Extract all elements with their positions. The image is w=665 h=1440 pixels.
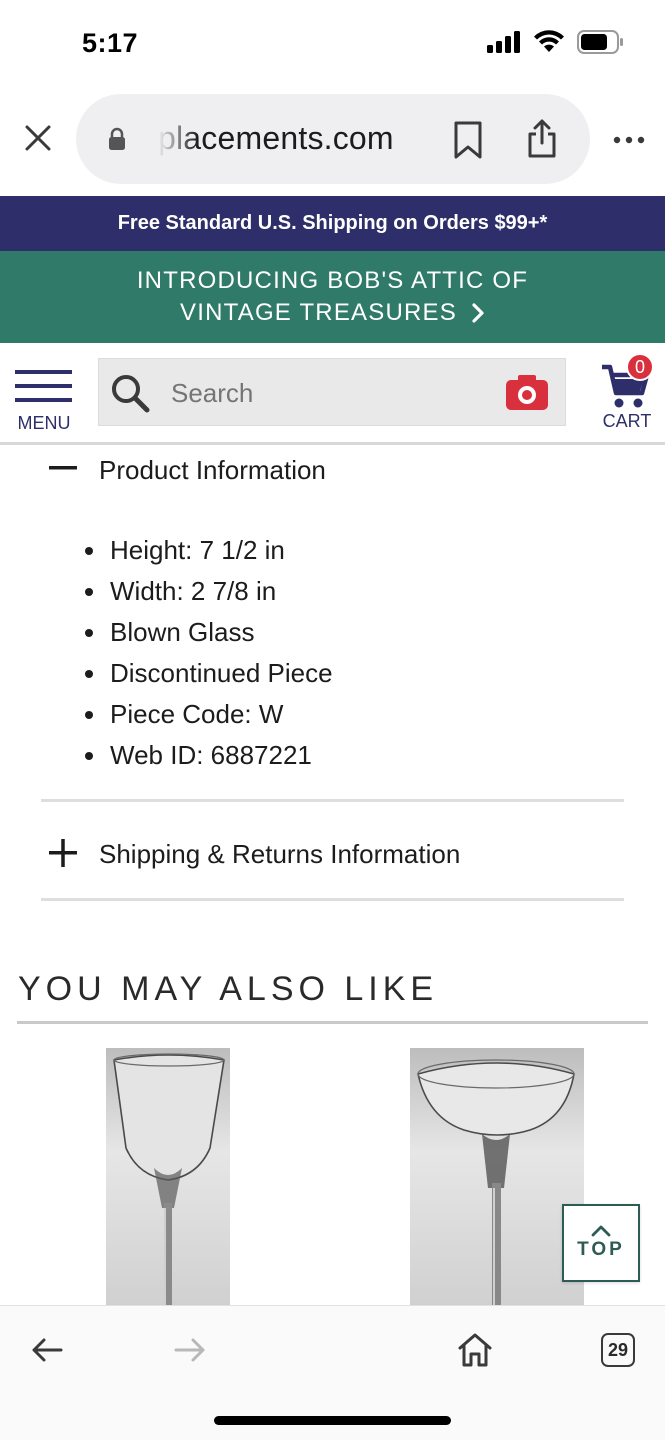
close-tab-button[interactable] bbox=[18, 118, 58, 158]
status-bar: 5:17 bbox=[0, 0, 665, 90]
wifi-icon bbox=[533, 30, 565, 59]
product-information-section: Product Information Height: 7 1/2 in Wid… bbox=[41, 448, 624, 776]
signal-icon bbox=[487, 31, 521, 58]
shipping-returns-title: Shipping & Returns Information bbox=[99, 838, 461, 869]
camera-icon bbox=[506, 375, 548, 410]
close-icon bbox=[25, 125, 51, 151]
wine-glass-image[interactable] bbox=[106, 1048, 230, 1308]
share-icon bbox=[528, 119, 556, 158]
status-icons bbox=[487, 30, 625, 59]
battery-icon bbox=[577, 30, 625, 59]
product-information-header[interactable]: Product Information bbox=[41, 448, 624, 492]
expand-plus-icon bbox=[41, 832, 99, 876]
product-information-title: Product Information bbox=[99, 454, 326, 485]
back-button[interactable] bbox=[23, 1328, 71, 1372]
chevron-right-icon bbox=[472, 303, 484, 323]
shipping-promo-banner[interactable]: Free Standard U.S. Shipping on Orders $9… bbox=[0, 196, 665, 251]
url-fade bbox=[158, 120, 198, 160]
tabs-button[interactable]: 29 bbox=[594, 1328, 642, 1372]
back-arrow-icon bbox=[32, 1338, 63, 1362]
also-like-underline bbox=[17, 1021, 648, 1024]
site-header: MENU 0 CART bbox=[0, 343, 665, 445]
share-button[interactable] bbox=[522, 116, 562, 162]
champagne-coupe-image[interactable] bbox=[410, 1048, 584, 1308]
shipping-returns-section: Shipping & Returns Information bbox=[41, 832, 624, 876]
search-input[interactable] bbox=[171, 378, 506, 409]
tabs-icon: 29 bbox=[601, 1333, 635, 1367]
cart-button[interactable]: 0 CART bbox=[596, 353, 658, 433]
menu-button[interactable]: MENU bbox=[14, 369, 74, 435]
chevron-up-icon bbox=[591, 1225, 611, 1237]
list-item: Discontinued Piece bbox=[85, 653, 624, 694]
also-like-heading: YOU MAY ALSO LIKE bbox=[18, 970, 439, 1008]
search-bar[interactable] bbox=[98, 358, 566, 426]
back-to-top-label: TOP bbox=[577, 1239, 625, 1260]
home-indicator bbox=[214, 1416, 451, 1425]
status-time: 5:17 bbox=[82, 28, 139, 58]
shipping-promo-text: Free Standard U.S. Shipping on Orders $9… bbox=[117, 212, 548, 234]
attic-promo-line2: VINTAGE TREASURES bbox=[180, 299, 457, 326]
attic-promo-banner[interactable]: INTRODUCING BOB'S ATTIC OF VINTAGE TREAS… bbox=[0, 251, 665, 343]
cart-count-badge: 0 bbox=[626, 353, 654, 381]
attic-promo-line1: INTRODUCING BOB'S ATTIC OF bbox=[136, 267, 529, 294]
home-icon bbox=[458, 1333, 492, 1367]
url-field[interactable]: placements.com bbox=[76, 94, 590, 184]
bookmark-icon bbox=[454, 121, 482, 159]
hamburger-icon bbox=[15, 370, 72, 402]
list-item: Blown Glass bbox=[85, 612, 624, 653]
lock-icon bbox=[108, 127, 126, 156]
bookmark-button[interactable] bbox=[448, 118, 488, 162]
list-item: Height: 7 1/2 in bbox=[85, 530, 624, 571]
home-button[interactable] bbox=[451, 1328, 499, 1372]
more-options-button[interactable] bbox=[604, 120, 654, 160]
product-info-list: Height: 7 1/2 in Width: 2 7/8 in Blown G… bbox=[41, 530, 624, 776]
more-icon bbox=[613, 136, 645, 144]
camera-search-button[interactable] bbox=[505, 373, 549, 416]
menu-label: MENU bbox=[17, 413, 71, 433]
list-item: Piece Code: W bbox=[85, 694, 624, 735]
cart-label: CART bbox=[602, 411, 652, 431]
forward-button[interactable] bbox=[166, 1328, 214, 1372]
section-divider bbox=[41, 799, 624, 802]
search-icon bbox=[109, 372, 151, 419]
section-divider bbox=[41, 898, 624, 901]
back-to-top-button[interactable]: TOP bbox=[562, 1204, 640, 1282]
collapse-minus-icon bbox=[41, 448, 99, 492]
browser-address-bar: placements.com bbox=[0, 90, 665, 196]
list-item: Web ID: 6887221 bbox=[85, 735, 624, 776]
list-item: Width: 2 7/8 in bbox=[85, 571, 624, 612]
forward-arrow-icon bbox=[174, 1338, 205, 1362]
shipping-returns-header[interactable]: Shipping & Returns Information bbox=[41, 832, 624, 876]
